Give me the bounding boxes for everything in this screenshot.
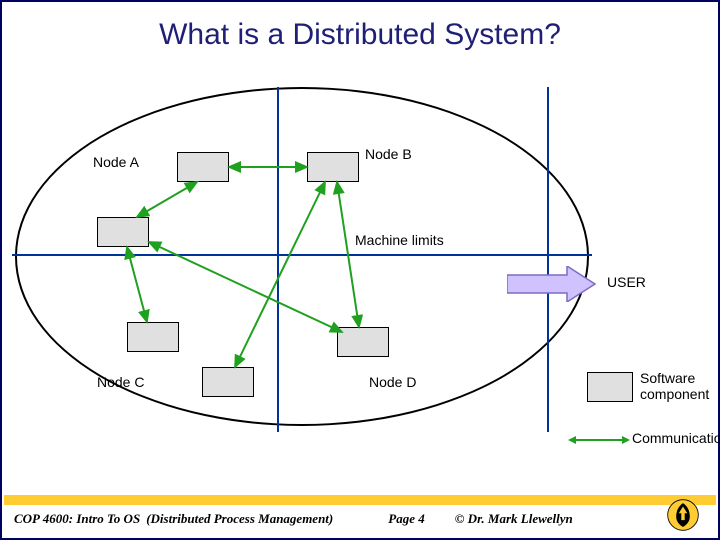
legend-component-box (587, 372, 633, 402)
slide-title: What is a Distributed System? (2, 18, 718, 52)
vertical-divider-1 (277, 87, 279, 432)
component-box (97, 217, 149, 247)
vertical-divider-2 (547, 87, 549, 432)
footer-course: COP 4600: Intro To OS (14, 511, 140, 527)
component-box (307, 152, 359, 182)
component-box (127, 322, 179, 352)
label-user: USER (607, 274, 646, 290)
ucf-logo-icon (666, 498, 700, 532)
label-node-a: Node A (93, 154, 139, 170)
label-node-d: Node D (369, 374, 416, 390)
legend-communication-arrow (574, 439, 624, 441)
diagram-area: Node A Node B Node C Node D Machine limi… (7, 82, 717, 462)
label-communication: Communication (632, 430, 720, 446)
footer-page: Page 4 (388, 511, 424, 527)
footer: COP 4600: Intro To OS (Distributed Proce… (2, 508, 718, 530)
footer-author: © Dr. Mark Llewellyn (455, 511, 573, 527)
slide: What is a Distributed System? Node A Nod… (0, 0, 720, 540)
label-software-component: Software component (640, 370, 717, 402)
label-machine-limits: Machine limits (355, 232, 444, 248)
component-box (337, 327, 389, 357)
footer-subtitle: (Distributed Process Management) (146, 511, 333, 527)
horizontal-divider (12, 254, 592, 256)
label-node-b: Node B (365, 146, 412, 162)
component-box (202, 367, 254, 397)
component-box (177, 152, 229, 182)
footer-gold-bar (4, 495, 716, 505)
label-node-c: Node C (97, 374, 144, 390)
user-block-arrow (507, 266, 597, 302)
